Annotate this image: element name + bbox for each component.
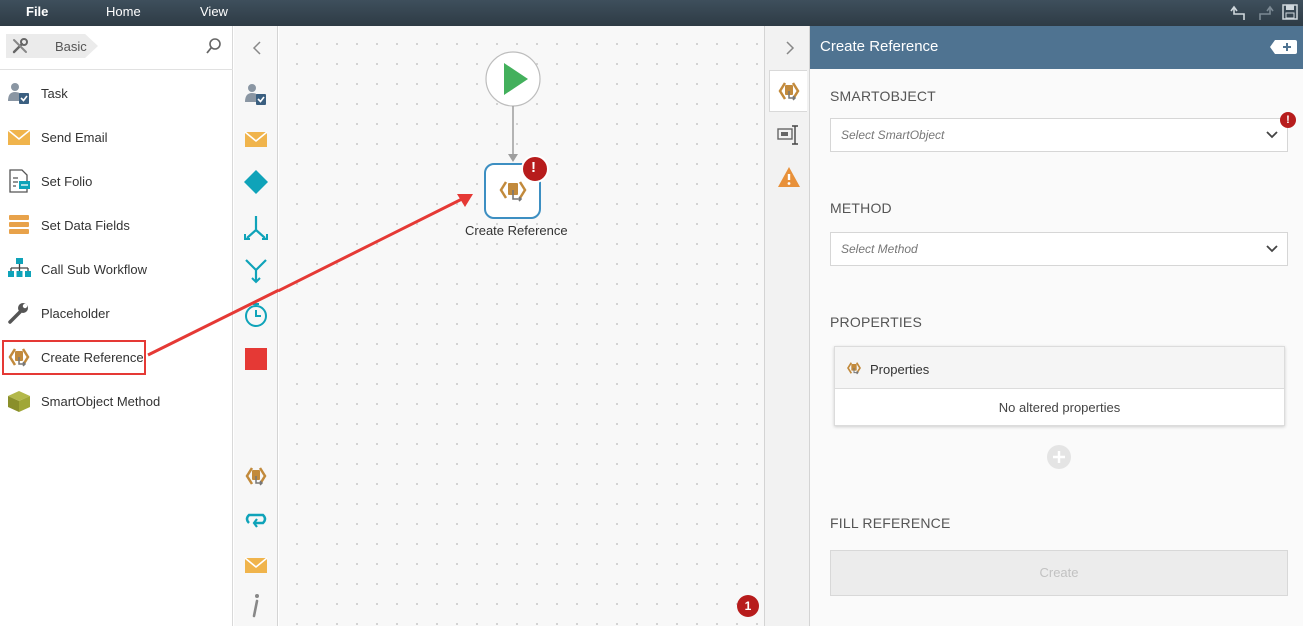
- plus-icon: [1053, 451, 1065, 463]
- tab-properties[interactable]: [769, 114, 807, 156]
- smartobject-error-badge[interactable]: !: [1280, 112, 1296, 128]
- toolbox-item-label: Send Email: [41, 130, 108, 145]
- property-tabs: [764, 26, 810, 626]
- redo-icon[interactable]: [1256, 4, 1274, 22]
- add-property-button[interactable]: [1047, 445, 1071, 469]
- warning-icon: [778, 167, 800, 187]
- sub-workflow-icon: [8, 258, 31, 277]
- tab-create-reference[interactable]: [769, 70, 807, 112]
- toolbox-item-label: Set Folio: [41, 174, 93, 189]
- panel-header: Create Reference: [810, 26, 1303, 69]
- smartobject-section-label: SMARTOBJECT: [830, 88, 936, 104]
- data-fields-icon: [9, 215, 29, 234]
- create-reference-node[interactable]: [484, 155, 549, 219]
- toolbox-item-label: SmartObject Method: [41, 394, 161, 409]
- workflow-canvas[interactable]: ! Create Reference 1: [279, 26, 764, 626]
- start-node[interactable]: [485, 51, 541, 107]
- task-user-icon[interactable]: [243, 81, 269, 107]
- node-label: Create Reference: [465, 223, 568, 238]
- toolbox-item-label: Set Data Fields: [41, 218, 130, 233]
- quick-toolstrip: [234, 26, 278, 626]
- connector-arrowhead: [508, 154, 518, 162]
- toolbox-item-set-folio[interactable]: Set Folio: [0, 159, 233, 203]
- toolbox-item-set-data-fields[interactable]: Set Data Fields: [0, 203, 233, 247]
- search-icon[interactable]: [205, 37, 223, 55]
- envelope-icon[interactable]: [243, 126, 269, 152]
- highlight-box: [2, 340, 146, 375]
- properties-card: Properties No altered properties: [834, 346, 1285, 426]
- tab-warnings[interactable]: [769, 158, 807, 200]
- toolbox-item-call-sub-workflow[interactable]: Call Sub Workflow: [0, 247, 233, 291]
- pin-panel-icon[interactable]: [1269, 38, 1299, 56]
- save-icon[interactable]: [1281, 3, 1299, 21]
- annotation-arrow: [279, 197, 463, 293]
- folio-icon: [9, 169, 30, 193]
- chevron-down-icon: [1266, 245, 1278, 253]
- toolbox-item-send-email[interactable]: Send Email: [0, 115, 233, 159]
- collapse-right-icon[interactable]: [783, 40, 797, 56]
- properties-section-label: PROPERTIES: [830, 314, 922, 330]
- toolbox-panel: Basic Task Send Email Set Folio Set Data…: [0, 26, 233, 626]
- fill-reference-section-label: FILL REFERENCE: [830, 515, 951, 531]
- text-cursor-field-icon: [777, 125, 798, 145]
- toolbox-header: Basic: [0, 26, 233, 70]
- create-reference-icon[interactable]: [243, 463, 269, 489]
- toolbox-item-task[interactable]: Task: [0, 71, 233, 115]
- collapse-left-icon[interactable]: [250, 40, 264, 56]
- smartobject-cube-icon: [8, 391, 30, 412]
- toolbox-item-smartobject-method[interactable]: SmartObject Method: [0, 379, 233, 423]
- decision-diamond-icon[interactable]: [243, 169, 269, 195]
- loop-icon[interactable]: [243, 507, 269, 533]
- properties-card-title: Properties: [870, 362, 930, 377]
- panel-title: Create Reference: [820, 38, 939, 55]
- timer-icon[interactable]: [243, 302, 269, 328]
- chevron-down-icon: [1266, 131, 1278, 139]
- create-button[interactable]: Create: [830, 550, 1288, 596]
- menu-view[interactable]: View: [200, 0, 228, 26]
- error-count-badge[interactable]: 1: [737, 595, 759, 617]
- canvas-graphics: [279, 51, 549, 293]
- property-panel: Create Reference SMARTOBJECT Select Smar…: [810, 26, 1303, 626]
- split-icon[interactable]: [243, 214, 269, 240]
- envelope-icon: [7, 129, 31, 145]
- envelope-icon[interactable]: [243, 552, 269, 578]
- toolbox-item-label: Task: [41, 86, 68, 101]
- method-dropdown-placeholder: Select Method: [841, 242, 918, 256]
- method-section-label: METHOD: [830, 200, 892, 216]
- toolbox-item-label: Call Sub Workflow: [41, 262, 147, 277]
- tools-icon: [12, 38, 28, 54]
- properties-empty-message: No altered properties: [998, 400, 1121, 415]
- toolbox-item-placeholder[interactable]: Placeholder: [0, 291, 233, 335]
- task-user-icon: [8, 83, 29, 104]
- category-label: Basic: [55, 39, 87, 54]
- merge-icon[interactable]: [243, 258, 269, 284]
- toolbox-item-label: Placeholder: [41, 306, 110, 321]
- create-reference-icon: [847, 362, 861, 375]
- undo-icon[interactable]: [1230, 4, 1248, 22]
- wrench-icon: [8, 303, 28, 324]
- top-menu-bar: File Home View: [0, 0, 1303, 26]
- smartobject-dropdown-placeholder: Select SmartObject: [841, 128, 945, 142]
- end-stop-icon[interactable]: [243, 346, 269, 372]
- method-dropdown[interactable]: Select Method: [830, 232, 1288, 266]
- menu-home[interactable]: Home: [106, 0, 141, 26]
- smartobject-dropdown[interactable]: Select SmartObject: [830, 118, 1288, 152]
- create-reference-icon: [778, 82, 800, 101]
- menu-file[interactable]: File: [26, 0, 48, 26]
- info-icon[interactable]: [243, 592, 269, 618]
- node-error-mark: !: [531, 159, 536, 176]
- properties-card-header: Properties: [835, 347, 1284, 389]
